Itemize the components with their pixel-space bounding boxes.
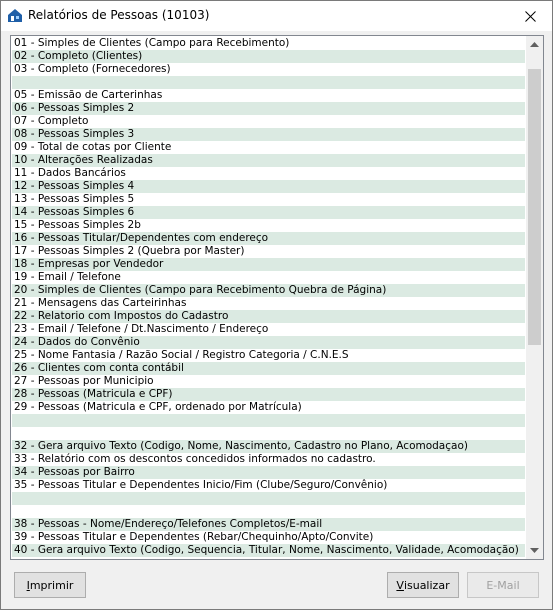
email-button-label: E-Mail — [486, 578, 520, 592]
list-item[interactable]: 32 - Gera arquivo Texto (Codigo, Nome, N… — [12, 440, 525, 453]
list-item[interactable]: 20 - Simples de Clientes (Campo para Rec… — [12, 284, 525, 297]
report-list-items: 01 - Simples de Clientes (Campo para Rec… — [12, 37, 525, 558]
scrollbar-thumb[interactable] — [528, 69, 541, 345]
view-button-accel: V — [396, 578, 404, 592]
list-item[interactable]: 40 - Gera arquivo Texto (Codigo, Sequenc… — [12, 544, 525, 557]
list-item[interactable]: 06 - Pessoas Simples 2 — [12, 102, 525, 115]
list-item[interactable]: 14 - Pessoas Simples 6 — [12, 206, 525, 219]
list-item[interactable]: 38 - Pessoas - Nome/Endereço/Telefones C… — [12, 518, 525, 531]
list-item[interactable]: 26 - Clientes com conta contábil — [12, 362, 525, 375]
list-item[interactable]: 16 - Pessoas Titular/Dependentes com end… — [12, 232, 525, 245]
email-button[interactable]: E-Mail — [467, 572, 539, 598]
list-item[interactable] — [12, 76, 525, 89]
list-item[interactable]: 05 - Emissão de Carterinhas — [12, 89, 525, 102]
list-item[interactable]: 07 - Completo — [12, 115, 525, 128]
list-item[interactable]: 08 - Pessoas Simples 3 — [12, 128, 525, 141]
list-item[interactable]: 23 - Email / Telefone / Dt.Nascimento / … — [12, 323, 525, 336]
list-item[interactable] — [12, 492, 525, 505]
list-item[interactable] — [12, 505, 525, 518]
chevron-up-icon — [530, 42, 539, 47]
list-item[interactable]: 29 - Pessoas (Matricula e CPF, ordenado … — [12, 401, 525, 414]
list-item[interactable]: 27 - Pessoas por Municipio — [12, 375, 525, 388]
list-item[interactable]: 01 - Simples de Clientes (Campo para Rec… — [12, 37, 525, 50]
list-item[interactable]: 35 - Pessoas Titular e Dependentes Inici… — [12, 479, 525, 492]
list-item[interactable]: 21 - Mensagens das Carteirinhas — [12, 297, 525, 310]
print-button[interactable]: Imprimir — [14, 572, 86, 598]
list-item[interactable]: 11 - Dados Bancários — [12, 167, 525, 180]
list-item[interactable]: 25 - Nome Fantasia / Razão Social / Regi… — [12, 349, 525, 362]
list-item[interactable]: 12 - Pessoas Simples 4 — [12, 180, 525, 193]
view-button[interactable]: Visualizar — [387, 572, 459, 598]
window-title: Relatórios de Pessoas (10103) — [28, 8, 210, 22]
app-icon — [7, 7, 23, 23]
report-dialog: Relatórios de Pessoas (10103) 01 - Simpl… — [0, 0, 553, 610]
chevron-down-icon — [530, 548, 539, 553]
list-item[interactable]: 34 - Pessoas por Bairro — [12, 466, 525, 479]
list-item[interactable]: 39 - Pessoas Titular e Dependentes (Reba… — [12, 531, 525, 544]
list-item[interactable]: 19 - Email / Telefone — [12, 271, 525, 284]
list-item[interactable]: 22 - Relatorio com Impostos do Cadastro — [12, 310, 525, 323]
list-item[interactable]: 24 - Dados do Convênio — [12, 336, 525, 349]
list-item[interactable]: 02 - Completo (Clientes) — [12, 50, 525, 63]
list-item[interactable]: 13 - Pessoas Simples 5 — [12, 193, 525, 206]
list-item[interactable]: 03 - Completo (Fornecedores) — [12, 63, 525, 76]
list-item[interactable]: 17 - Pessoas Simples 2 (Quebra por Maste… — [12, 245, 525, 258]
close-icon — [524, 10, 536, 22]
list-item[interactable] — [12, 414, 525, 427]
close-button[interactable] — [508, 1, 552, 31]
list-item[interactable]: 28 - Pessoas (Matricula e CPF) — [12, 388, 525, 401]
scroll-down-button[interactable] — [526, 542, 543, 559]
vertical-scrollbar[interactable] — [526, 36, 543, 559]
list-item[interactable]: 09 - Total de cotas por Cliente — [12, 141, 525, 154]
list-item[interactable]: 10 - Alterações Realizadas — [12, 154, 525, 167]
list-item[interactable] — [12, 427, 525, 440]
list-item[interactable]: 18 - Empresas por Vendedor — [12, 258, 525, 271]
view-button-label: isualizar — [403, 578, 450, 592]
report-list[interactable]: 01 - Simples de Clientes (Campo para Rec… — [10, 35, 544, 560]
print-button-label: mprimir — [29, 578, 74, 592]
scroll-up-button[interactable] — [526, 36, 543, 53]
list-item[interactable]: 15 - Pessoas Simples 2b — [12, 219, 525, 232]
title-bar: Relatórios de Pessoas (10103) — [1, 1, 552, 31]
list-item[interactable]: 33 - Relatório com os descontos concedid… — [12, 453, 525, 466]
